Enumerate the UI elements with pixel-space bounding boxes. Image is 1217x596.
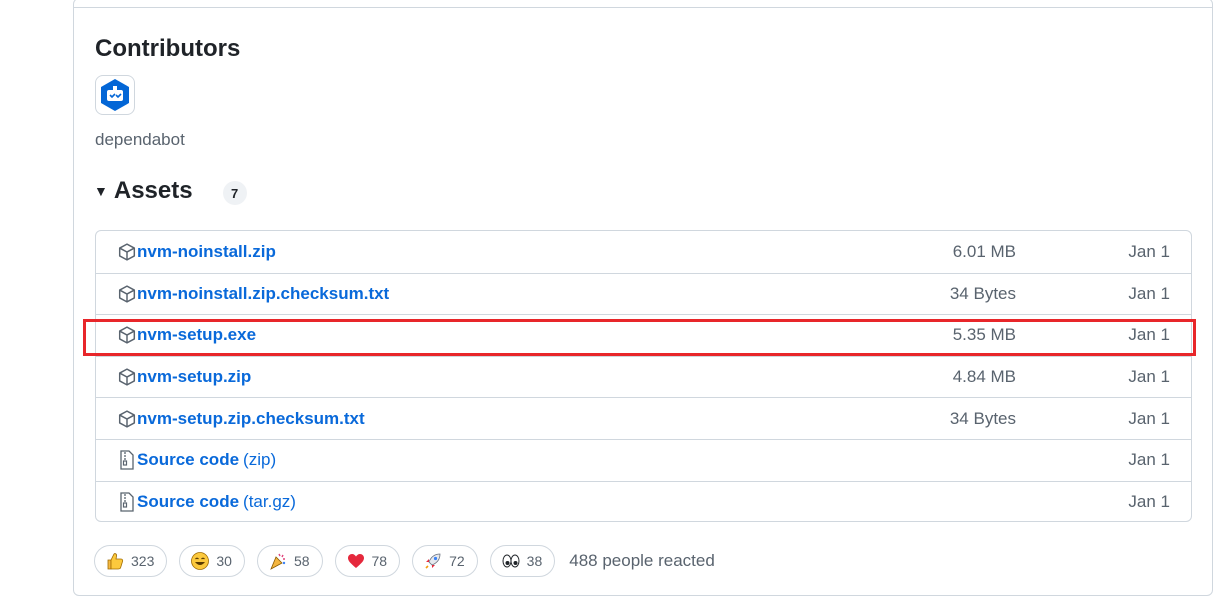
reactions-summary: 488 people reacted xyxy=(569,551,715,570)
asset-date: Jan 1 xyxy=(1128,408,1170,428)
asset-date: Jan 1 xyxy=(1128,367,1170,387)
reaction-eyes-button[interactable]: 38 xyxy=(489,545,556,577)
thumbs-up-icon xyxy=(105,551,125,571)
eyes-icon xyxy=(501,551,521,571)
package-icon xyxy=(117,409,137,429)
asset-name: nvm-setup.exe xyxy=(137,325,257,345)
package-icon xyxy=(117,284,137,304)
asset-name: nvm-noinstall.zip.checksum.txt xyxy=(137,283,390,303)
asset-name: Source code xyxy=(137,450,240,470)
asset-name: Source code xyxy=(137,491,240,511)
asset-size: 34 Bytes xyxy=(949,408,1016,428)
avatar-dependabot[interactable] xyxy=(95,75,135,115)
reaction-count: 30 xyxy=(216,553,232,569)
asset-size: 34 Bytes xyxy=(949,283,1016,303)
reaction-count: 78 xyxy=(371,553,388,569)
package-icon xyxy=(117,325,137,345)
asset-row: nvm-setup.exe 5.35 MB Jan 1 xyxy=(96,314,1191,356)
asset-suffix: (zip) xyxy=(243,450,277,470)
laugh-icon xyxy=(190,551,210,571)
asset-link[interactable]: nvm-noinstall.zip xyxy=(137,242,276,262)
heart-icon xyxy=(346,551,366,571)
asset-row: nvm-setup.zip.checksum.txt 34 Bytes Jan 1 xyxy=(96,397,1191,439)
asset-size: 5.35 MB xyxy=(952,325,1016,345)
contributor-name[interactable]: dependabot xyxy=(95,130,185,150)
asset-link[interactable]: Source code (tar.gz) xyxy=(137,492,296,512)
asset-link[interactable]: nvm-noinstall.zip.checksum.txt xyxy=(137,284,389,304)
reaction-count: 72 xyxy=(449,553,465,569)
package-icon xyxy=(117,242,137,262)
hooray-icon xyxy=(268,551,288,571)
asset-date: Jan 1 xyxy=(1128,491,1170,511)
reaction-rocket-button[interactable]: 72 xyxy=(412,545,478,577)
reaction-laugh-button[interactable]: 30 xyxy=(179,545,245,577)
asset-row: nvm-noinstall.zip.checksum.txt 34 Bytes Ja… xyxy=(96,272,1191,315)
asset-link[interactable]: nvm-setup.zip.checksum.txt xyxy=(137,409,365,429)
reaction-thumbs-up-button[interactable]: 323 xyxy=(94,545,168,577)
asset-row: Source code (tar.gz) Jan 1 xyxy=(96,480,1191,521)
dependabot-icon xyxy=(101,79,129,111)
asset-size: 4.84 MB xyxy=(952,367,1016,387)
asset-size: 6.01 MB xyxy=(952,241,1016,261)
asset-date: Jan 1 xyxy=(1128,283,1170,303)
reaction-count: 38 xyxy=(526,553,543,569)
assets-heading: Assets xyxy=(113,177,193,204)
asset-row: nvm-noinstall.zip 6.01 MB Jan 1 xyxy=(96,231,1191,273)
reaction-heart-button[interactable]: 78 xyxy=(334,545,401,577)
divider xyxy=(74,7,1212,8)
asset-date: Jan 1 xyxy=(1128,241,1170,261)
asset-row: Source code (zip) Jan 1 xyxy=(96,438,1191,481)
asset-date: Jan 1 xyxy=(1128,450,1170,470)
reaction-hooray-button[interactable]: 58 xyxy=(256,545,323,577)
asset-link[interactable]: nvm-setup.exe xyxy=(137,325,256,345)
asset-list: nvm-noinstall.zip 6.01 MB Jan 1 nvm-noinsta… xyxy=(95,230,1192,522)
asset-link[interactable]: nvm-setup.zip xyxy=(137,367,251,387)
asset-name: nvm-setup.zip.checksum.txt xyxy=(137,408,365,428)
assets-toggle[interactable]: ▼ Assets 7 xyxy=(94,177,247,205)
reaction-count: 323 xyxy=(131,553,155,569)
asset-row: nvm-setup.zip 4.84 MB Jan 1 xyxy=(96,355,1191,398)
asset-suffix: (tar.gz) xyxy=(243,491,296,511)
rocket-icon xyxy=(423,551,443,571)
reactions-bar: 323 30 58 78 72 38 488 people reacted xyxy=(94,545,715,577)
asset-name: nvm-setup.zip xyxy=(137,367,252,387)
asset-link[interactable]: Source code (zip) xyxy=(137,450,276,470)
file-zip-icon xyxy=(117,492,137,512)
asset-date: Jan 1 xyxy=(1128,325,1170,345)
triangle-down-icon: ▼ xyxy=(94,183,108,199)
asset-name: nvm-noinstall.zip xyxy=(137,241,276,261)
contributors-heading: Contributors xyxy=(95,35,241,62)
file-zip-icon xyxy=(117,450,137,470)
package-icon xyxy=(117,367,137,387)
assets-count-badge: 7 xyxy=(222,181,247,205)
reaction-count: 58 xyxy=(293,553,310,569)
release-card: Contributors dependabot ▼ Assets 7 nvm-n… xyxy=(73,0,1213,596)
